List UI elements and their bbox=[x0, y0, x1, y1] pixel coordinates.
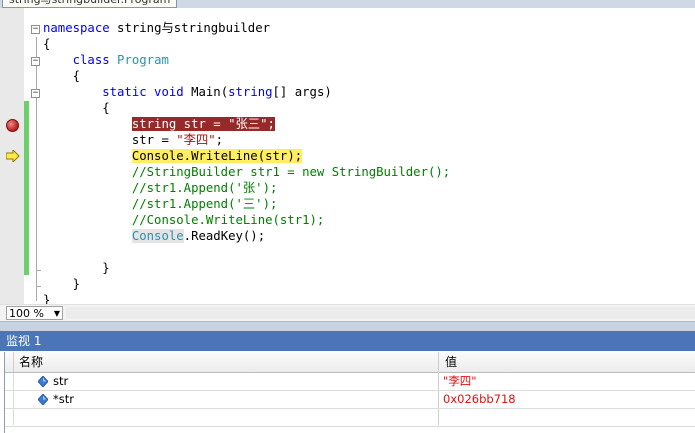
outline-guide bbox=[36, 37, 37, 301]
collapse-class-icon[interactable]: − bbox=[31, 57, 40, 66]
document-tab[interactable]: string与stringbuilder.Program bbox=[2, 0, 178, 8]
code-token: Console bbox=[131, 149, 184, 163]
code-token: class bbox=[43, 53, 118, 67]
current-statement-arrow-icon bbox=[6, 150, 20, 162]
code-line[interactable]: Console.ReadKey(); bbox=[43, 228, 265, 244]
watch-row-value[interactable]: "李四" bbox=[443, 373, 477, 390]
watch-row[interactable]: str "李四" bbox=[5, 373, 695, 391]
code-token: Program bbox=[117, 53, 169, 67]
code-token: string与stringbuilder bbox=[117, 21, 271, 35]
collapse-namespace-icon[interactable]: − bbox=[31, 25, 40, 34]
code-token: "李四" bbox=[176, 133, 216, 147]
watch-window-title: 监视 1 bbox=[0, 331, 695, 351]
code-token: } bbox=[43, 277, 81, 291]
code-line[interactable]: } bbox=[43, 276, 80, 292]
code-token: .WriteLine(str); bbox=[183, 149, 303, 163]
watch-row-name: str bbox=[53, 374, 69, 388]
breakpoint-icon[interactable] bbox=[6, 119, 19, 132]
watch-row-name: *str bbox=[53, 392, 74, 406]
code-token: //StringBuilder str1 = new StringBuilder… bbox=[43, 165, 451, 179]
code-token: str = bbox=[43, 133, 177, 147]
document-tab-strip: string与stringbuilder.Program bbox=[0, 0, 695, 8]
code-token: Console bbox=[131, 229, 184, 243]
code-line[interactable]: class Program bbox=[43, 52, 169, 68]
change-tracking-bar bbox=[24, 101, 29, 275]
code-token: ; bbox=[215, 133, 224, 147]
code-line[interactable]: //str1.Append('张'); bbox=[43, 180, 278, 196]
code-line[interactable]: { bbox=[43, 100, 110, 116]
chevron-down-icon: ▼ bbox=[53, 309, 60, 318]
code-token: Main( bbox=[191, 85, 229, 99]
code-line[interactable]: //StringBuilder str1 = new StringBuilder… bbox=[43, 164, 450, 180]
horizontal-scrollbar[interactable] bbox=[66, 307, 695, 319]
code-line[interactable]: //Console.WriteLine(str1); bbox=[43, 212, 325, 228]
collapse-method-icon[interactable]: − bbox=[31, 89, 40, 98]
pane-splitter[interactable] bbox=[0, 321, 695, 331]
code-token: } bbox=[43, 261, 110, 275]
code-line[interactable]: namespace string与stringbuilder bbox=[43, 20, 270, 36]
column-header-value[interactable]: 值 bbox=[445, 352, 457, 372]
header-divider bbox=[13, 352, 14, 372]
code-token: //str1.Append('张'); bbox=[43, 181, 278, 195]
watch-variable-icon bbox=[38, 394, 48, 405]
code-token: namespace bbox=[43, 21, 118, 35]
watch-window[interactable]: 名称 值 str "李四" *str 0x026bb718 bbox=[4, 352, 695, 433]
code-token: { bbox=[43, 37, 51, 51]
code-token: string bbox=[228, 85, 273, 99]
code-line[interactable]: string str = "张三"; bbox=[43, 116, 275, 132]
watch-variable-icon bbox=[38, 376, 48, 387]
code-token: { bbox=[43, 101, 110, 115]
outline-end-tick bbox=[36, 286, 41, 287]
code-token: .ReadKey(); bbox=[183, 229, 266, 243]
code-line[interactable]: { bbox=[43, 36, 50, 52]
row-indent-divider bbox=[13, 373, 14, 425]
code-token: static void bbox=[43, 85, 192, 99]
zoom-value: 100 % bbox=[9, 307, 44, 320]
watch-row[interactable]: *str 0x026bb718 bbox=[5, 391, 695, 409]
editor-footer: 100 % ▼ bbox=[0, 304, 695, 322]
code-token: //str1.Append('三'); bbox=[43, 197, 278, 211]
code-token: //Console.WriteLine(str1); bbox=[43, 213, 325, 227]
code-token: [] args) bbox=[272, 85, 332, 99]
watch-grid-header: 名称 值 bbox=[5, 352, 695, 373]
code-token: { bbox=[43, 69, 81, 83]
zoom-dropdown[interactable]: 100 % ▼ bbox=[6, 306, 63, 320]
watch-row-value[interactable]: 0x026bb718 bbox=[443, 391, 516, 408]
code-line[interactable]: } bbox=[43, 260, 110, 276]
code-line[interactable]: { bbox=[43, 68, 80, 84]
code-line[interactable]: static void Main(string[] args) bbox=[43, 84, 332, 100]
code-token: string str = "张三"; bbox=[131, 117, 275, 131]
code-editor[interactable]: − − − namespace string与stringbuilder{ cl… bbox=[0, 8, 695, 307]
code-line[interactable]: str = "李四"; bbox=[43, 132, 223, 148]
watch-empty-row[interactable] bbox=[5, 409, 695, 427]
code-line[interactable]: //str1.Append('三'); bbox=[43, 196, 278, 212]
outline-end-tick bbox=[36, 270, 41, 271]
column-header-name[interactable]: 名称 bbox=[19, 352, 43, 372]
code-line[interactable]: Console.WriteLine(str); bbox=[43, 148, 303, 164]
